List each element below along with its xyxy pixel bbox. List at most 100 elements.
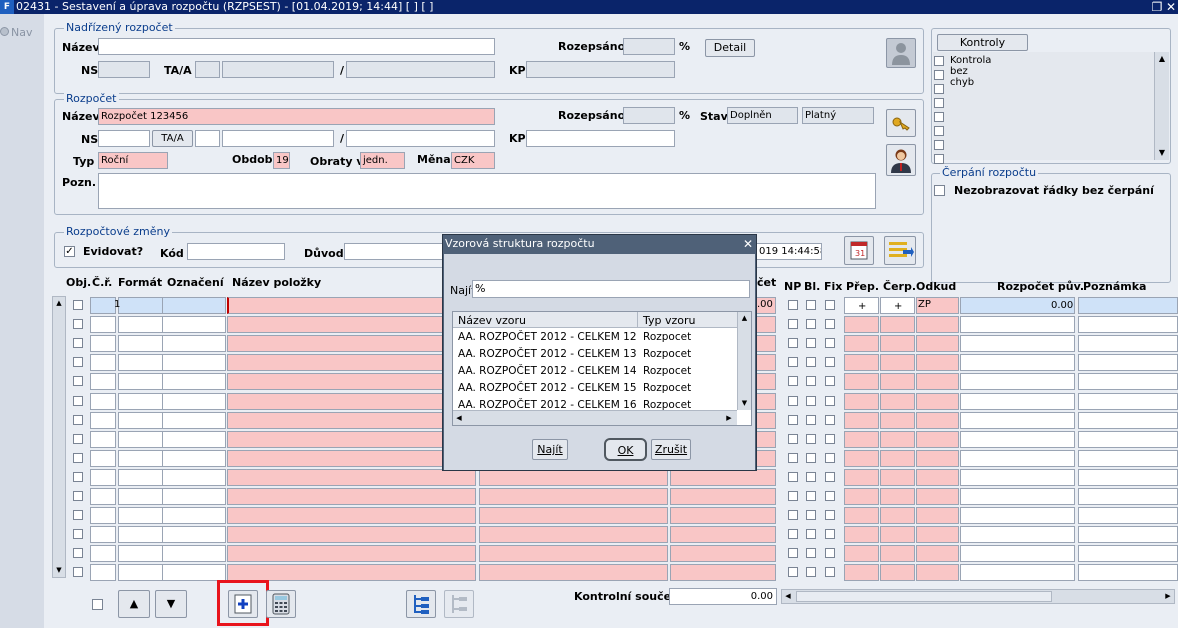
nadrizeny-ta2-field[interactable] xyxy=(222,61,334,78)
table-cell[interactable] xyxy=(960,393,1075,410)
table-cell[interactable] xyxy=(844,507,879,524)
table-cell[interactable] xyxy=(844,393,879,410)
platny-field[interactable]: Platný xyxy=(802,107,874,124)
table-cell[interactable] xyxy=(960,412,1075,429)
table-cell[interactable] xyxy=(227,354,476,371)
restore-icon[interactable]: ❐ xyxy=(1150,0,1164,14)
table-cell[interactable] xyxy=(162,297,226,314)
template-hscrollbar[interactable]: ◀ ▶ xyxy=(453,410,737,425)
rozpocet-ta3-field[interactable] xyxy=(346,130,495,147)
kontroly-scrollbar[interactable]: ▲ ▼ xyxy=(1154,52,1169,160)
table-cell[interactable] xyxy=(90,564,116,581)
tree-expand-icon[interactable] xyxy=(406,590,436,618)
table-cell[interactable] xyxy=(1078,488,1178,505)
table-cell[interactable] xyxy=(844,354,879,371)
col-typ-vzoru[interactable]: Typ vzoru xyxy=(643,314,696,327)
person-gray-icon[interactable] xyxy=(886,38,916,68)
nadrizeny-ta-field[interactable] xyxy=(195,61,220,78)
table-cell[interactable] xyxy=(960,526,1075,543)
row-flag-checkbox[interactable] xyxy=(788,548,798,558)
table-cell[interactable] xyxy=(1078,469,1178,486)
hscroll-right-icon[interactable]: ▶ xyxy=(1162,590,1174,603)
table-cell[interactable] xyxy=(162,488,226,505)
row-flag-checkbox[interactable] xyxy=(806,567,816,577)
table-cell[interactable] xyxy=(162,564,226,581)
table-cell[interactable] xyxy=(90,450,116,467)
row-flag-checkbox[interactable] xyxy=(825,319,835,329)
table-cell[interactable] xyxy=(880,507,915,524)
scroll-down-icon[interactable]: ▼ xyxy=(1155,146,1169,160)
row-obj-checkbox[interactable] xyxy=(73,548,83,558)
obdobi-field[interactable]: 19 xyxy=(273,152,290,169)
table-cell[interactable] xyxy=(916,316,959,333)
kontroly-item-checkbox[interactable] xyxy=(934,154,944,164)
person-icon[interactable] xyxy=(886,144,916,176)
table-cell[interactable] xyxy=(479,507,668,524)
row-flag-checkbox[interactable] xyxy=(825,300,835,310)
table-cell[interactable] xyxy=(880,526,915,543)
table-cell[interactable] xyxy=(227,431,476,448)
kontroly-item-checkbox[interactable] xyxy=(934,140,944,150)
table-cell[interactable] xyxy=(960,431,1075,448)
table-cell[interactable] xyxy=(916,526,959,543)
table-cell[interactable] xyxy=(916,488,959,505)
row-flag-checkbox[interactable] xyxy=(825,548,835,558)
template-scroll-up-icon[interactable]: ▲ xyxy=(738,312,751,325)
table-cell[interactable] xyxy=(960,488,1075,505)
row-flag-checkbox[interactable] xyxy=(788,415,798,425)
row-flag-checkbox[interactable] xyxy=(825,567,835,577)
row-obj-checkbox[interactable] xyxy=(73,529,83,539)
rozpocet-rozepsano-field[interactable] xyxy=(623,107,675,124)
table-cell[interactable] xyxy=(916,393,959,410)
table-cell[interactable] xyxy=(844,450,879,467)
nadrizeny-ns-field[interactable] xyxy=(98,61,150,78)
table-cell[interactable] xyxy=(880,469,915,486)
row-obj-checkbox[interactable] xyxy=(73,357,83,367)
tata-button[interactable]: TA/A xyxy=(152,130,193,147)
row-flag-checkbox[interactable] xyxy=(825,510,835,520)
table-cell[interactable] xyxy=(670,526,776,543)
table-cell[interactable] xyxy=(90,431,116,448)
row-flag-checkbox[interactable] xyxy=(825,415,835,425)
template-scroll-right-icon[interactable]: ▶ xyxy=(723,411,735,425)
nadrizeny-nazev-field[interactable] xyxy=(98,38,495,55)
row-obj-checkbox[interactable] xyxy=(73,300,83,310)
template-row-type[interactable]: Rozpocet xyxy=(643,382,691,394)
pozn-field[interactable] xyxy=(98,173,876,209)
row-flag-checkbox[interactable] xyxy=(788,510,798,520)
rozpocet-nazev-field[interactable]: Rozpočet 123456 xyxy=(98,108,495,125)
rozpocet-ta2-field[interactable] xyxy=(222,130,334,147)
row-flag-checkbox[interactable] xyxy=(788,567,798,577)
evidovat-checkbox[interactable]: ✓ xyxy=(64,246,75,257)
row-flag-checkbox[interactable] xyxy=(806,396,816,406)
table-cell[interactable] xyxy=(118,564,163,581)
table-cell[interactable] xyxy=(670,507,776,524)
table-cell[interactable] xyxy=(1078,564,1178,581)
table-cell[interactable] xyxy=(880,354,915,371)
table-cell[interactable] xyxy=(227,450,476,467)
template-row-name[interactable]: AA. ROZPOČET 2012 - CELKEM 12 xyxy=(458,331,637,343)
table-cell[interactable] xyxy=(670,564,776,581)
table-cell[interactable] xyxy=(880,488,915,505)
template-row-type[interactable]: Rozpocet xyxy=(643,348,691,360)
row-obj-checkbox[interactable] xyxy=(73,376,83,386)
table-cell[interactable] xyxy=(118,507,163,524)
move-down-icon[interactable]: ▼ xyxy=(155,590,187,618)
kontroly-button[interactable]: Kontroly xyxy=(937,34,1028,51)
table-cell[interactable] xyxy=(916,545,959,562)
table-cell[interactable] xyxy=(916,412,959,429)
table-cell[interactable] xyxy=(90,297,116,314)
zmeny-datetime-field[interactable]: 019 14:44:58 xyxy=(756,243,822,260)
table-cell[interactable] xyxy=(960,507,1075,524)
table-cell[interactable] xyxy=(880,564,915,581)
table-cell[interactable] xyxy=(916,450,959,467)
table-cell[interactable] xyxy=(227,393,476,410)
move-up-icon[interactable]: ▲ xyxy=(118,590,150,618)
scroll-up-icon[interactable]: ▲ xyxy=(1155,52,1169,66)
table-cell[interactable] xyxy=(118,488,163,505)
row-obj-checkbox[interactable] xyxy=(73,453,83,463)
table-cell[interactable] xyxy=(1078,412,1178,429)
calculator-icon[interactable] xyxy=(266,590,296,618)
stav-field[interactable]: Doplněn xyxy=(727,107,798,124)
kontroly-item-checkbox[interactable] xyxy=(934,84,944,94)
